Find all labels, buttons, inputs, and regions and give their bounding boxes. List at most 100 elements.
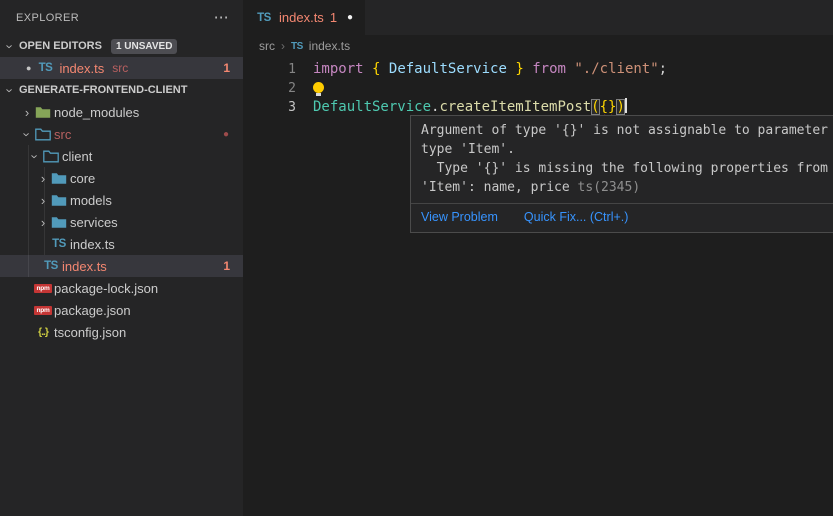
code-line-text[interactable] [296,79,324,98]
node-modules-folder-icon [34,106,52,119]
code-token: import [313,61,364,77]
chevron-right-icon: › [20,105,34,120]
view-problem-link[interactable]: View Problem [421,210,498,224]
unsaved-badge: 1 UNSAVED [111,39,178,54]
tree-item-services[interactable]: › services [0,211,243,233]
breadcrumb-file[interactable]: index.ts [309,39,350,53]
chevron-down-icon: › [3,39,18,53]
ts-icon: TS [255,12,273,24]
indent-guide [44,167,45,255]
tree-item-index-ts[interactable]: TSindex.ts [0,233,243,255]
open-editor-item-index-ts[interactable]: ● TS index.ts src 1 [0,57,243,79]
workspace-label: GENERATE-FRONTEND-CLIENT [19,84,187,96]
breadcrumb-folder[interactable]: src [259,39,275,53]
code-token: ; [659,61,667,77]
tree-item-package-json[interactable]: npmpackage.json [0,299,243,321]
chevron-down-icon: › [20,127,35,141]
tree-item-label: src [54,127,71,142]
ts-icon: TS [42,260,60,272]
explorer-sidebar: EXPLORER ⋯ › OPEN EDITORS 1 UNSAVED ● TS… [0,0,243,516]
breadcrumb-separator: › [281,39,285,53]
tree-item-label: tsconfig.json [54,325,126,340]
chevron-down-icon: › [3,83,18,97]
code-token [364,61,372,77]
tree-item-label: models [70,193,112,208]
tree-item-label: node_modules [54,105,139,120]
tooltip-line: Argument of type '{}' is not assignable … [421,121,833,140]
tree-item-client[interactable]: › client [0,145,243,167]
tree-item-src[interactable]: › src ● [0,123,243,145]
line-number: 2 [243,79,296,98]
folder-open-icon [34,128,52,141]
code-token: ( [591,99,599,115]
tooltip-line: 'Item': name, price ts(2345) [421,178,833,197]
code-token [524,61,532,77]
code-editor[interactable]: 1import { DefaultService } from "./clien… [243,57,833,117]
folder-icon [50,194,68,207]
tree-item-models[interactable]: › models [0,189,243,211]
open-editor-filename: index.ts [59,61,104,76]
open-editors-label: OPEN EDITORS [19,40,102,52]
workspace-header[interactable]: › GENERATE-FRONTEND-CLIENT [0,79,243,101]
chevron-right-icon: › [36,193,50,208]
lightbulb-icon[interactable] [313,82,324,93]
tree-item-label: package.json [54,303,131,318]
line-number: 3 [243,98,296,117]
code-token: from [532,61,566,77]
code-token [380,61,388,77]
tree-item-index-ts[interactable]: TSindex.ts 1 [0,255,243,277]
error-count-badge: 1 [223,61,230,75]
tree-item-label: index.ts [62,259,107,274]
tree-item-tsconfig-json[interactable]: {..}tsconfig.json [0,321,243,343]
npm-icon: npm [34,306,52,315]
tree-item-label: client [62,149,92,164]
code-line-1: 1import { DefaultService } from "./clien… [243,60,833,79]
code-token: ) [616,99,624,115]
code-token: DefaultService [389,61,507,77]
tree-item-label: core [70,171,95,186]
tab-bar: TS index.ts 1 ● [243,0,833,35]
tree-item-label: index.ts [70,237,115,252]
code-token: {} [600,99,617,115]
tree-item-core[interactable]: › core [0,167,243,189]
tree-item-node-modules[interactable]: › node_modules [0,101,243,123]
editor-area: TS index.ts 1 ● src › TS index.ts 1impor… [243,0,833,516]
error-code: ts(2345) [578,180,641,195]
indent-guide [28,145,29,277]
tab-index-ts[interactable]: TS index.ts 1 ● [243,0,365,35]
quick-fix-link[interactable]: Quick Fix... (Ctrl+.) [524,210,629,224]
tree-item-label: services [70,215,118,230]
tree-item-package-lock-json[interactable]: npmpackage-lock.json [0,277,243,299]
error-count-badge: 1 [223,259,230,273]
dirty-dot-icon: ● [26,63,31,73]
code-token: createItemItemPost [439,99,591,115]
folder-error-dot-icon: ● [223,129,229,140]
tooltip-line: Type '{}' is missing the following prope… [421,159,833,178]
ts-icon: TS [291,41,303,52]
folder-icon [50,172,68,185]
error-hover-tooltip: Argument of type '{}' is not assignable … [410,115,833,233]
folder-open-icon [42,150,60,163]
tab-error-count: 1 [330,10,337,25]
json-icon: {..} [34,326,52,338]
open-editor-path: src [112,61,128,75]
code-token: DefaultService [313,99,431,115]
breadcrumb: src › TS index.ts [243,35,833,57]
code-line-text[interactable]: import { DefaultService } from "./client… [296,60,667,79]
text-cursor [625,98,627,113]
file-tree: › node_modules › src ● › client › core › models › se… [0,101,243,343]
code-line-2: 2 [243,79,833,98]
line-number: 1 [243,60,296,79]
npm-icon: npm [34,284,52,293]
more-actions-icon[interactable]: ⋯ [214,10,229,25]
chevron-right-icon: › [36,171,50,186]
folder-icon [50,216,68,229]
code-token: "./client" [574,61,658,77]
open-editors-header[interactable]: › OPEN EDITORS 1 UNSAVED [0,35,243,57]
chevron-right-icon: › [36,215,50,230]
ts-icon: TS [36,62,54,74]
tab-dirty-dot-icon[interactable]: ● [347,12,353,23]
chevron-down-icon: › [28,149,43,163]
tooltip-line: type 'Item'. [421,140,833,159]
ts-icon: TS [50,238,68,250]
